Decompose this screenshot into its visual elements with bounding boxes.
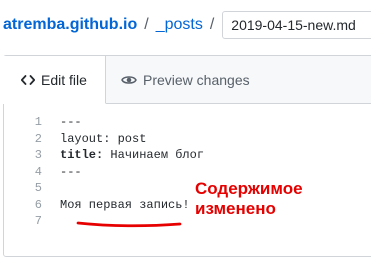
breadcrumb-folder-link[interactable]: _posts: [156, 16, 203, 34]
line-number: 4: [34, 164, 42, 179]
line-text: Моя первая запись!: [60, 197, 190, 212]
line-text: layout: post: [60, 131, 147, 146]
annotation-line-1: Содержимое: [195, 179, 303, 198]
code-line: 4 ---: [4, 164, 371, 181]
breadcrumb: atremba.github.io / _posts /: [3, 10, 371, 40]
code-line: 3 title: Начинаем блог: [4, 147, 371, 164]
line-text: ---: [60, 115, 82, 129]
line-content: ---: [60, 114, 82, 131]
line-number: 2: [34, 131, 42, 146]
line-content: layout: post: [60, 131, 146, 148]
eye-icon: [121, 74, 137, 86]
annotation-underline: [76, 221, 182, 228]
yaml-key: title:: [60, 148, 104, 162]
line-content: title: Начинаем блог: [60, 147, 204, 164]
line-number: 1: [34, 115, 42, 129]
code-area[interactable]: 1 --- 2 layout: post 3 title: Начинаем блог 4 -…: [4, 114, 371, 230]
code-line: 6 Моя первая запись!: [4, 197, 371, 214]
line-number: 7: [34, 214, 42, 228]
code-icon: [21, 74, 36, 86]
change-annotation: Содержимое изменено: [195, 179, 303, 219]
file-editor: Edit file Preview changes 1 --- 2 layout: p…: [3, 55, 371, 257]
line-text: Начинаем блог: [103, 148, 205, 162]
code-line: 5: [4, 180, 371, 197]
line-number: 6: [34, 197, 42, 212]
editor-tab-bar: Edit file Preview changes: [3, 56, 371, 104]
filename-input[interactable]: [222, 11, 371, 39]
annotation-line-2: изменено: [195, 199, 276, 218]
breadcrumb-repo-link[interactable]: atremba.github.io: [3, 16, 137, 34]
line-content: Моя первая запись!: [60, 197, 190, 214]
breadcrumb-separator: /: [209, 16, 215, 33]
tab-edit-label: Edit file: [41, 71, 87, 88]
breadcrumb-separator: /: [144, 16, 149, 33]
code-line: 1 ---: [4, 114, 371, 131]
line-text: ---: [60, 164, 82, 179]
tab-preview-label: Preview changes: [143, 72, 250, 88]
code-line: 7: [4, 213, 371, 230]
code-line: 2 layout: post: [4, 131, 371, 148]
tab-edit-file[interactable]: Edit file: [3, 56, 106, 104]
line-content: ---: [60, 164, 82, 181]
line-number: 3: [34, 148, 42, 162]
line-number: 5: [34, 181, 42, 195]
tab-preview-changes[interactable]: Preview changes: [121, 56, 250, 104]
